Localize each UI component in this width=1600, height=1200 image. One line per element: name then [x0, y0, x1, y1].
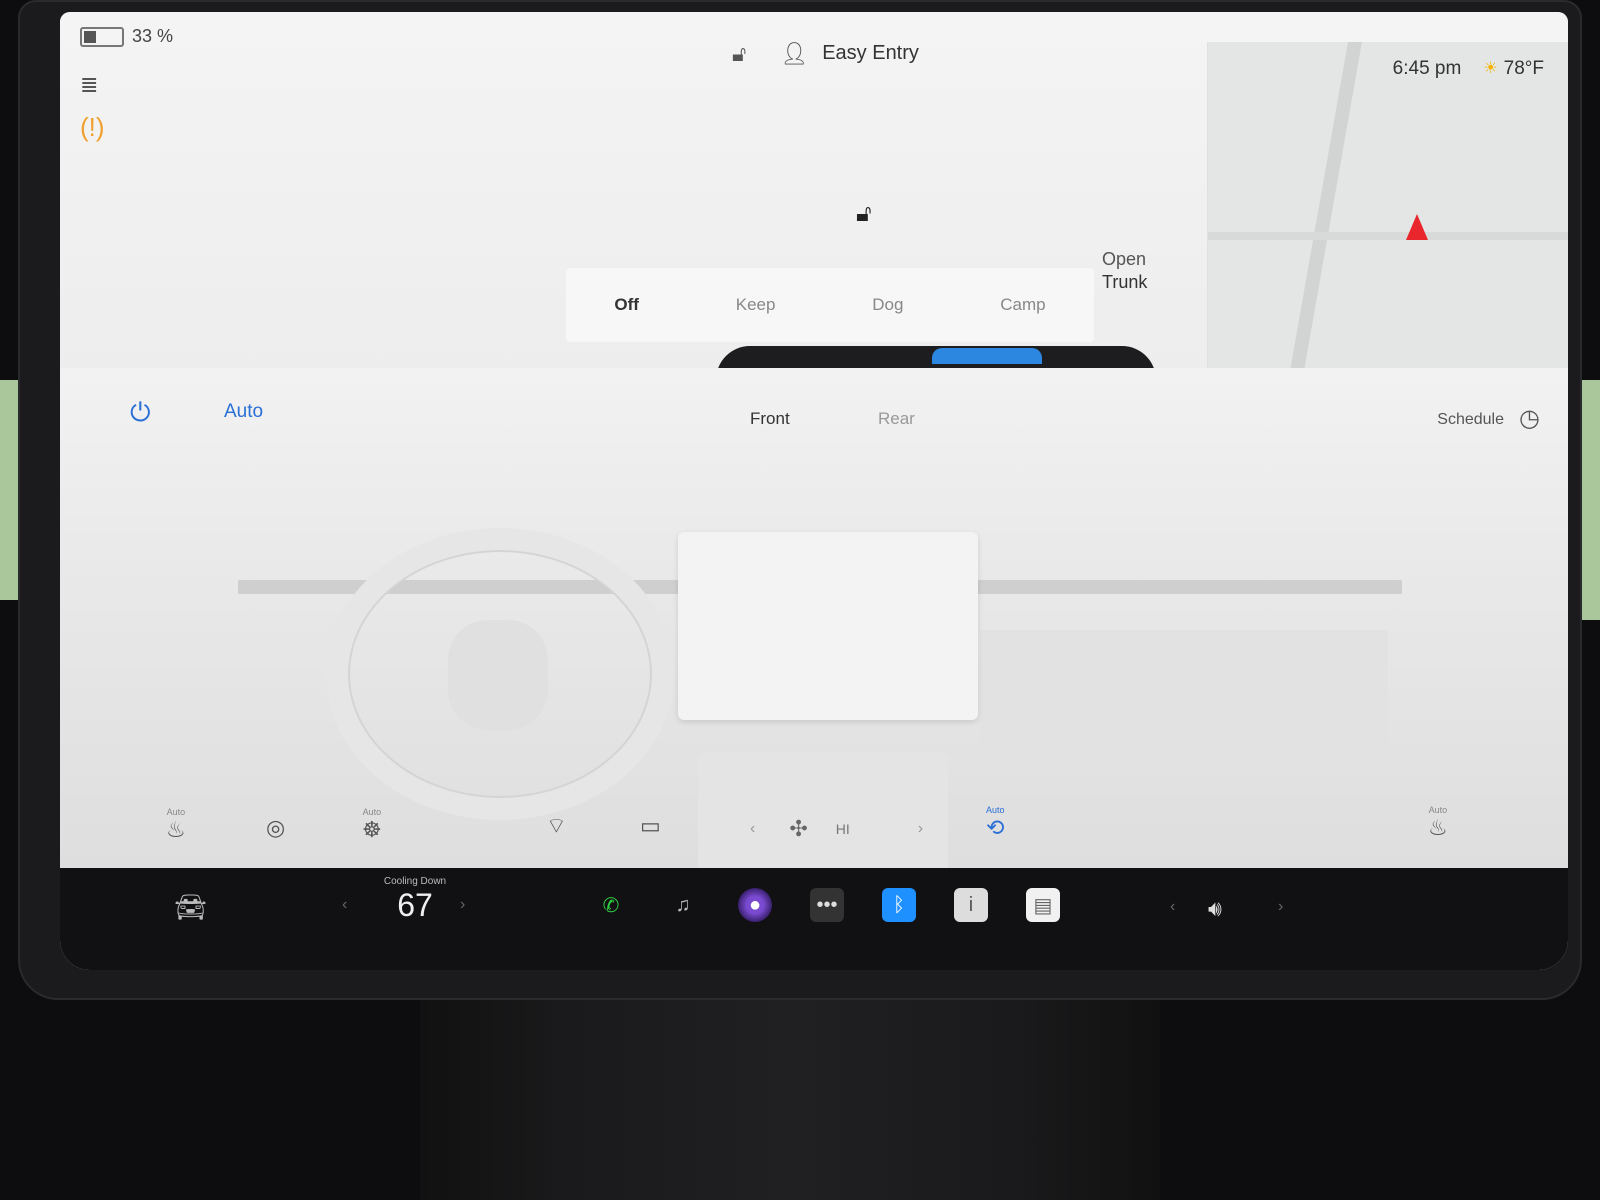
recirculation-icon: ⟲ — [986, 815, 1005, 840]
top-right-status: 6:45 pm ☀ 78°F — [1393, 58, 1544, 80]
open-trunk-button[interactable]: Open Trunk — [1102, 248, 1147, 294]
screen-stand — [420, 990, 1160, 1200]
calendar-app-icon[interactable]: ▤ — [1026, 888, 1060, 922]
mode-off[interactable]: Off — [608, 294, 645, 316]
driver-seat-heater-button[interactable]: Auto ♨ — [160, 806, 192, 842]
climate-panel: ⏻ Auto Front Rear Schedule ◷ Auto ♨ ◎ Au… — [60, 368, 1568, 868]
cooling-status-label: Cooling Down — [383, 876, 447, 887]
fan-speed-control: ‹ ✣ HI › — [744, 816, 929, 842]
music-app-icon[interactable]: ♫ — [666, 888, 700, 922]
top-center-bar: 🔓︎ 👤︎ Easy Entry — [732, 42, 919, 65]
rear-defrost-button[interactable]: ▭ — [634, 814, 667, 838]
driver-profile[interactable]: 👤︎ Easy Entry — [780, 42, 919, 65]
app-launcher: ✆ ♫ ● ••• ᛒ i ▤ — [594, 888, 1060, 922]
climate-auto-button[interactable]: Auto — [218, 400, 269, 424]
passenger-seat-auto-label: Auto — [1428, 805, 1448, 815]
mode-dog[interactable]: Dog — [866, 294, 909, 316]
profile-name: Easy Entry — [822, 42, 919, 64]
passenger-seat-heater-icon: ♨ — [1428, 815, 1448, 840]
tire-pressure-warning-icon: (!) — [80, 112, 105, 142]
bluetooth-icon[interactable]: ᛒ — [882, 888, 916, 922]
seat-heater-icon: ♨ — [166, 817, 186, 842]
front-defrost-button[interactable]: ⌔ — [540, 814, 573, 838]
recirc-auto-label: Auto — [986, 805, 1005, 815]
map-road — [1208, 232, 1568, 240]
trunk-line1: Open — [1102, 249, 1147, 269]
heated-wheel-icon: ◎ — [266, 815, 286, 840]
mode-camp[interactable]: Camp — [994, 294, 1051, 316]
car-lock-icon[interactable]: 🔓︎ — [856, 200, 872, 228]
glovebox-illustration — [980, 630, 1388, 770]
person-icon: 👤︎ — [780, 40, 809, 66]
car-icon[interactable]: 🚘︎ — [174, 892, 207, 923]
volume-down-arrow[interactable]: ‹ — [1170, 898, 1175, 916]
owners-manual-icon[interactable]: i — [954, 888, 988, 922]
car-view-area: 33 % ≣ (!) 🔓︎ 👤︎ Easy Entry 6:45 pm ☀ 78… — [60, 12, 1568, 382]
steering-heater-button[interactable]: ◎ — [260, 816, 291, 840]
clock-icon[interactable]: ◷ — [1519, 404, 1540, 433]
battery-icon — [80, 26, 124, 47]
volume-icon[interactable]: 🔊︎ — [1208, 896, 1222, 922]
weather-sun-icon: ☀ — [1483, 60, 1498, 77]
lock-unlocked-icon[interactable]: 🔓︎ — [732, 42, 746, 65]
touchscreen: 33 % ≣ (!) 🔓︎ 👤︎ Easy Entry 6:45 pm ☀ 78… — [60, 12, 1568, 970]
battery-label: 33 % — [132, 26, 174, 46]
car-highlight — [932, 348, 1042, 364]
fan-increase-button[interactable]: › — [912, 819, 929, 839]
steering-wheel-heat-icon: ☸ — [362, 817, 382, 842]
trunk-line2: Trunk — [1102, 272, 1148, 292]
tab-rear[interactable]: Rear — [872, 408, 921, 430]
battery-fill — [84, 30, 96, 43]
outside-temperature: 78°F — [1503, 58, 1544, 79]
clock: 6:45 pm — [1392, 58, 1462, 79]
front-defrost-icon: ⌔ — [546, 813, 567, 838]
more-apps-icon[interactable]: ••• — [810, 888, 844, 922]
navigation-map[interactable] — [1207, 42, 1568, 382]
status-battery: 33 % — [80, 26, 173, 47]
temp-decrease-arrow[interactable]: ‹ — [342, 896, 347, 914]
rear-defrost-icon: ▭ — [640, 813, 661, 838]
mode-keep[interactable]: Keep — [730, 294, 782, 316]
climate-power-button[interactable]: ⏻ — [124, 396, 157, 430]
wheel-heater-auto-label: Auto — [362, 807, 382, 817]
fan-level: HI — [835, 821, 850, 837]
fan-icon: ✣ — [789, 816, 808, 841]
wheel-heater-auto-button[interactable]: Auto ☸ — [356, 806, 388, 842]
weather: ☀ 78°F — [1483, 58, 1544, 80]
camera-app-icon[interactable]: ● — [738, 888, 772, 922]
schedule-button[interactable]: Schedule — [1431, 410, 1510, 430]
tab-front[interactable]: Front — [744, 408, 796, 430]
phone-app-icon[interactable]: ✆ — [594, 888, 628, 922]
volume-up-arrow[interactable]: › — [1278, 898, 1283, 916]
steering-hub-illustration — [448, 620, 548, 730]
auto-headlights-icon: ≣ — [80, 72, 99, 97]
passenger-seat-heater-button[interactable]: Auto ♨ — [1422, 804, 1454, 840]
nav-position-arrow-icon — [1406, 214, 1428, 240]
taskbar: 🚘︎ ‹ Cooling Down 67 › ✆ ♫ ● ••• ᛒ i ▤ ‹… — [60, 868, 1568, 970]
recirculation-button[interactable]: Auto ⟲ — [980, 804, 1011, 840]
temp-increase-arrow[interactable]: › — [460, 896, 465, 914]
map-road — [1288, 42, 1362, 382]
display-bezel: 33 % ≣ (!) 🔓︎ 👤︎ Easy Entry 6:45 pm ☀ 78… — [18, 0, 1582, 1000]
indicator-column: ≣ (!) — [80, 72, 105, 142]
center-screen-illustration — [678, 532, 978, 720]
fan-decrease-button[interactable]: ‹ — [744, 819, 761, 839]
console-illustration — [698, 752, 948, 868]
climate-keeper-modes: Off Keep Dog Camp — [566, 268, 1094, 342]
seat-heater-auto-label: Auto — [166, 807, 186, 817]
